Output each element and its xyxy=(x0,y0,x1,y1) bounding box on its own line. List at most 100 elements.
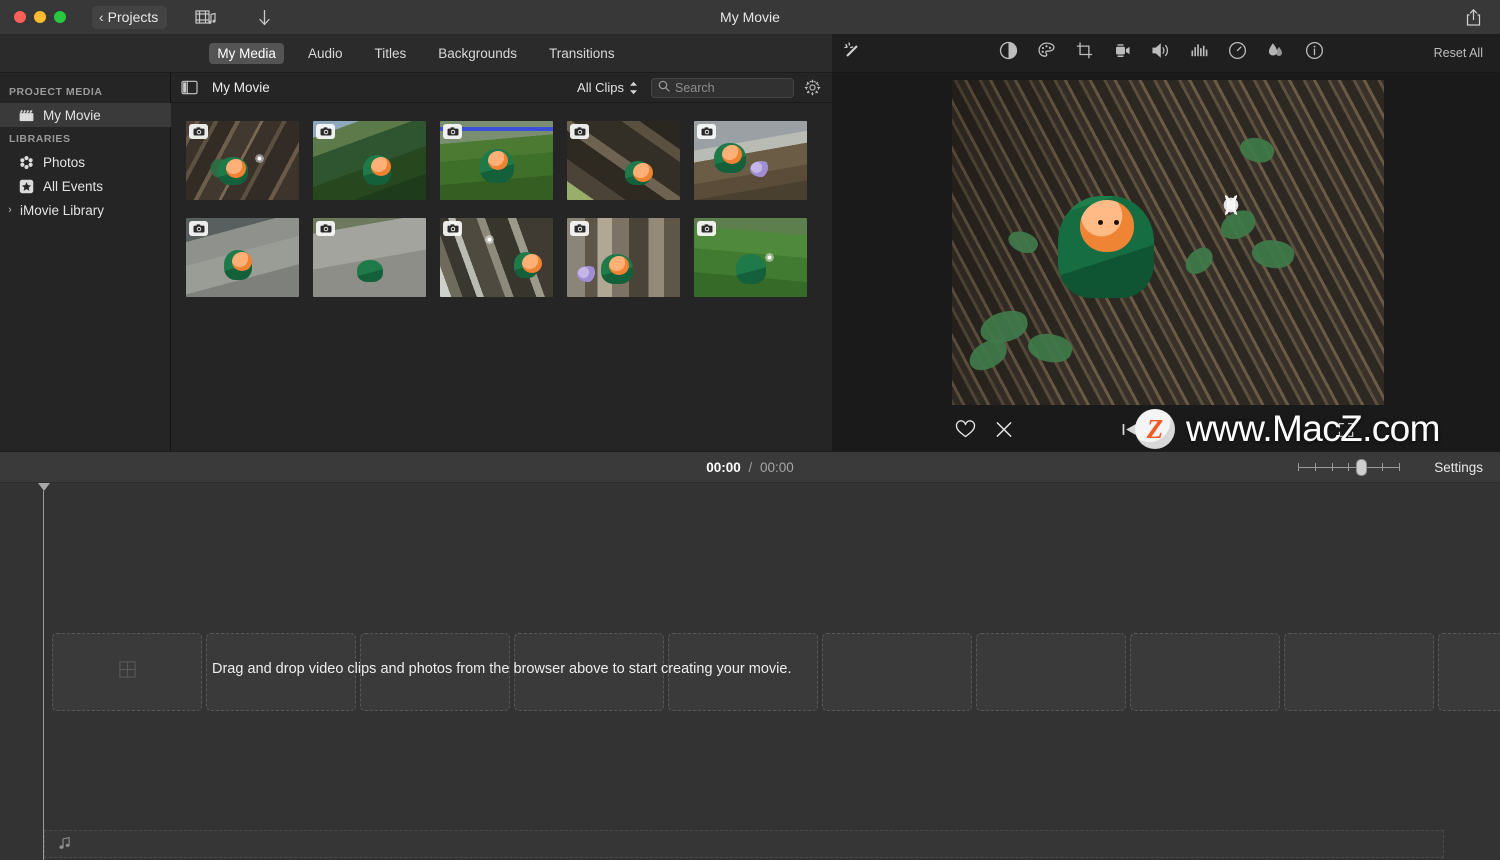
tab-titles[interactable]: Titles xyxy=(366,43,414,64)
tab-audio[interactable]: Audio xyxy=(300,43,351,64)
minimize-button[interactable] xyxy=(34,11,46,23)
speed-icon[interactable] xyxy=(1228,41,1247,65)
close-button[interactable] xyxy=(14,11,26,23)
zoom-button[interactable] xyxy=(54,11,66,23)
clip-thumbnail[interactable] xyxy=(440,218,553,297)
slider-tick xyxy=(1314,463,1316,471)
clip-thumbnail[interactable] xyxy=(694,218,807,297)
flower-accent xyxy=(1214,188,1248,222)
color-correction-icon[interactable] xyxy=(1037,41,1056,65)
auto-enhance-icon[interactable] xyxy=(842,41,862,66)
clip-thumbnail[interactable] xyxy=(440,121,553,200)
stabilization-icon[interactable] xyxy=(1113,41,1132,65)
video-preview[interactable] xyxy=(952,80,1384,405)
color-balance-icon[interactable] xyxy=(999,41,1018,65)
clip-filter-dropdown[interactable]: All Clips xyxy=(577,80,638,95)
camera-icon xyxy=(570,124,589,139)
sidebar-header-libraries: LIBRARIES xyxy=(9,133,71,145)
playback-controls xyxy=(1122,422,1354,443)
clip-thumbnail-grid xyxy=(171,103,831,297)
browser-title: My Movie xyxy=(212,80,270,95)
back-to-projects-label: Projects xyxy=(107,8,159,25)
sidebar-item-label: iMovie Library xyxy=(20,202,105,218)
traffic-lights xyxy=(0,11,66,23)
timeline-drop-placeholder[interactable] xyxy=(1438,633,1500,711)
slider-tick xyxy=(1331,463,1333,471)
timeline-drop-placeholder[interactable] xyxy=(1284,633,1434,711)
camera-icon xyxy=(316,221,335,236)
slider-thumb[interactable] xyxy=(1356,458,1367,476)
timeline-drop-placeholder[interactable] xyxy=(822,633,972,711)
timeline-status-bar: 00:00 / 00:00 Settings xyxy=(0,451,1500,483)
timeline-zoom-slider[interactable] xyxy=(1298,458,1400,476)
film-music-icon[interactable] xyxy=(195,9,217,26)
timeline-drop-placeholder[interactable] xyxy=(1130,633,1280,711)
subject-figure xyxy=(1058,196,1154,298)
media-tabbar: My Media Audio Titles Backgrounds Transi… xyxy=(0,34,832,73)
slider-tick xyxy=(1298,463,1299,471)
audio-equalizer-icon[interactable] xyxy=(1190,41,1209,65)
tab-transitions[interactable]: Transitions xyxy=(541,43,623,64)
chevron-right-icon[interactable]: › xyxy=(5,204,15,216)
settings-button[interactable]: Settings xyxy=(1434,460,1483,475)
back-to-projects-button[interactable]: ‹ Projects xyxy=(92,5,168,29)
play-icon[interactable] xyxy=(1160,422,1176,443)
clip-thumbnail[interactable] xyxy=(567,218,680,297)
search-field[interactable]: Search xyxy=(651,77,794,98)
search-icon xyxy=(658,79,670,97)
clip-thumbnail[interactable] xyxy=(313,218,426,297)
fullscreen-icon[interactable] xyxy=(1338,422,1354,443)
media-browser: My Movie All Clips Search xyxy=(171,73,832,451)
clip-thumbnail[interactable] xyxy=(694,121,807,200)
crop-icon[interactable] xyxy=(1075,41,1094,65)
camera-icon xyxy=(189,124,208,139)
download-arrow-icon[interactable] xyxy=(257,8,272,27)
playhead-handle[interactable] xyxy=(38,483,50,491)
playhead-line xyxy=(43,491,44,860)
camera-icon xyxy=(443,221,462,236)
filters-icon[interactable] xyxy=(1266,41,1286,65)
clapperboard-icon xyxy=(18,109,34,122)
timeline-audio-track[interactable] xyxy=(44,830,1444,858)
clip-thumbnail[interactable] xyxy=(567,121,680,200)
sidebar-item-imovie-library[interactable]: › iMovie Library xyxy=(0,198,170,222)
timeline-drop-placeholder[interactable] xyxy=(976,633,1126,711)
timeline-pane[interactable]: Drag and drop video clips and photos fro… xyxy=(0,483,1500,860)
viewer-controls: Z www.MacZ.com xyxy=(832,408,1500,451)
tab-my-media[interactable]: My Media xyxy=(209,42,284,64)
sidebar-item-my-movie[interactable]: My Movie xyxy=(0,103,171,127)
timeline-drop-placeholder[interactable] xyxy=(52,633,202,711)
star-icon xyxy=(18,179,34,194)
camera-icon xyxy=(443,124,462,139)
window-title: My Movie xyxy=(720,9,780,25)
timecode-display: 00:00 / 00:00 xyxy=(0,460,1500,475)
camera-icon xyxy=(189,221,208,236)
heart-icon[interactable] xyxy=(955,420,976,444)
browser-header: My Movie All Clips Search xyxy=(171,73,832,103)
sidebar-item-all-events[interactable]: All Events xyxy=(0,174,170,198)
sidebar-item-label: My Movie xyxy=(43,107,101,123)
chevron-updown-icon xyxy=(629,81,638,95)
info-icon[interactable] xyxy=(1305,41,1324,65)
skip-to-start-icon[interactable] xyxy=(1122,422,1138,442)
reset-all-button[interactable]: Reset All xyxy=(1434,46,1483,60)
volume-icon[interactable] xyxy=(1151,41,1171,65)
search-input[interactable]: Search xyxy=(675,81,715,95)
clip-thumbnail[interactable] xyxy=(186,121,299,200)
tab-backgrounds[interactable]: Backgrounds xyxy=(430,43,525,64)
window-titlebar: ‹ Projects My Movie xyxy=(0,0,1500,34)
sidebar-item-photos[interactable]: Photos xyxy=(0,150,170,174)
share-icon[interactable] xyxy=(1465,8,1482,27)
timeline-drop-hint: Drag and drop video clips and photos fro… xyxy=(212,661,792,677)
sidebar-item-label: All Events xyxy=(43,178,104,194)
clip-thumbnail[interactable] xyxy=(313,121,426,200)
chevron-left-icon: ‹ xyxy=(99,8,104,25)
reject-x-icon[interactable] xyxy=(994,420,1014,444)
sidebar-toggle-icon[interactable] xyxy=(181,80,198,95)
current-time: 00:00 xyxy=(706,459,741,475)
slider-tick xyxy=(1382,463,1384,471)
camera-icon xyxy=(697,221,716,236)
clip-thumbnail[interactable] xyxy=(186,218,299,297)
gear-icon[interactable] xyxy=(804,79,821,96)
inspector-tool-icons xyxy=(999,41,1324,65)
